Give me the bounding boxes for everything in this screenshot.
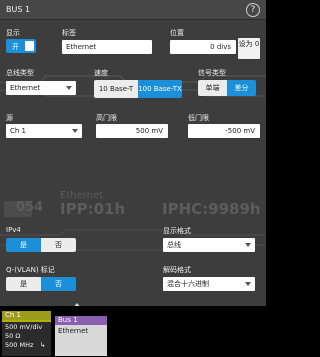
- channel-scale: 500 mV/div: [5, 323, 43, 331]
- chevron-down-icon: [245, 243, 251, 247]
- ipv4-option-yes[interactable]: 是: [6, 238, 41, 252]
- low-threshold-label: 低门限: [188, 114, 209, 122]
- decode-format-value: 混合十六进制: [167, 280, 209, 288]
- chevron-down-icon: [66, 86, 72, 90]
- bus-type-select[interactable]: Ethernet: [6, 81, 76, 95]
- speed-label: 速度: [94, 69, 108, 77]
- qvlan-label: Q-(VLAN) 标记: [6, 266, 55, 274]
- display-format-value: 总线: [167, 241, 181, 249]
- signal-option-single-ended[interactable]: 单端: [198, 80, 227, 96]
- display-label: 显示: [6, 29, 20, 37]
- position-label: 位置: [170, 29, 184, 37]
- set-zero-button[interactable]: 设为 0: [238, 38, 260, 59]
- high-threshold-input[interactable]: 500 mV: [96, 124, 168, 138]
- toggle-knob: [25, 41, 34, 51]
- display-toggle[interactable]: 开: [6, 39, 36, 53]
- channel-impedance: 50 Ω: [5, 332, 21, 340]
- qvlan-option-no[interactable]: 否: [41, 277, 76, 291]
- high-threshold-label: 高门限: [96, 114, 117, 122]
- channel-bandwidth: 500 MHz: [5, 341, 34, 349]
- bandwidth-limit-icon: ↳: [40, 341, 46, 349]
- speed-selector: 10 Base-T 100 Base-TX: [94, 80, 182, 98]
- settings-bar: Ch 1 500 mV/div 50 Ω 500 MHz ↳ Bus 1 Eth…: [0, 306, 266, 357]
- tag-input[interactable]: Ethernet: [62, 40, 152, 54]
- decode-format-select[interactable]: 混合十六进制: [163, 277, 255, 291]
- low-threshold-input[interactable]: -500 mV: [188, 124, 260, 138]
- overlay-mid: IPP:01h: [60, 200, 126, 218]
- qvlan-option-yes[interactable]: 是: [6, 277, 41, 291]
- panel-title: BUS 1: [6, 5, 31, 14]
- channel-badge-name: Ch 1: [2, 311, 51, 320]
- signal-type-selector: 单端 差分: [198, 80, 256, 96]
- signal-type-label: 信号类型: [198, 69, 226, 77]
- display-format-select[interactable]: 总线: [163, 238, 255, 252]
- ipv4-selector: 是 否: [6, 238, 76, 252]
- decode-format-label: 解码格式: [163, 266, 191, 274]
- bus-badge-name: Bus 1: [55, 316, 107, 325]
- chevron-down-icon: [245, 282, 251, 286]
- display-toggle-text: 开: [12, 43, 19, 51]
- qvlan-selector: 是 否: [6, 277, 76, 291]
- position-input[interactable]: 0 divs: [170, 40, 236, 54]
- speed-option-100base-tx[interactable]: 100 Base-TX: [138, 80, 182, 98]
- bus-badge-protocol: Ethernet: [58, 327, 89, 335]
- source-label: 源: [6, 114, 13, 122]
- bus-type-value: Ethernet: [10, 84, 41, 92]
- bus-config-panel: BUS 1 ? 显示 开 标签 Ethernet 位置 0 divs 设为 0 …: [0, 0, 266, 306]
- background-waveform: [0, 75, 266, 251]
- source-select[interactable]: Ch 1: [6, 124, 82, 138]
- ipv4-option-no[interactable]: 否: [41, 238, 76, 252]
- chevron-down-icon: [72, 129, 78, 133]
- overlay-right: IPHC:9989h: [162, 200, 261, 218]
- signal-option-differential[interactable]: 差分: [227, 80, 256, 96]
- overlay-left: 054: [16, 200, 44, 215]
- speed-option-10base-t[interactable]: 10 Base-T: [94, 80, 138, 98]
- question-icon[interactable]: ?: [246, 3, 260, 17]
- display-format-label: 显示格式: [163, 227, 191, 235]
- tag-label: 标签: [62, 29, 76, 37]
- ipv4-label: IPv4: [6, 226, 21, 234]
- source-value: Ch 1: [10, 127, 27, 135]
- bus-type-label: 总线类型: [6, 69, 34, 77]
- panel-titlebar: BUS 1 ?: [0, 0, 266, 20]
